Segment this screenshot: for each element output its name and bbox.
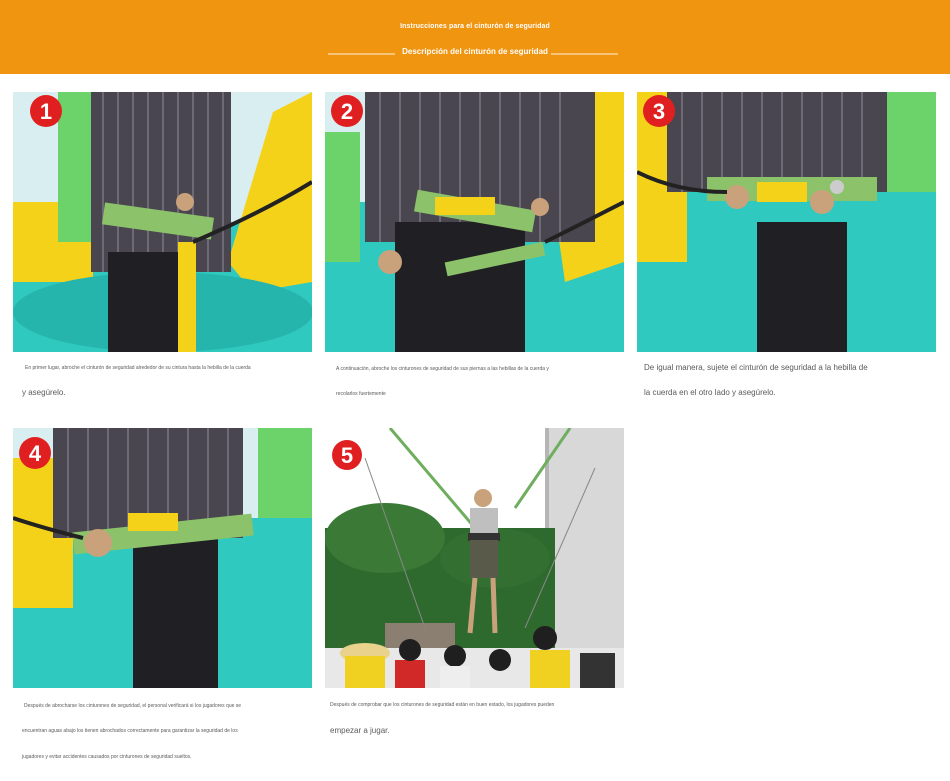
step-5-caption-line-1: Después de comprobar que los cinturones … <box>330 702 555 708</box>
header-divider-right <box>551 53 618 55</box>
step-1-photo: 1 <box>13 92 312 352</box>
step-2-caption-line-2: recolarlos fuertemente <box>336 391 386 397</box>
header-subtitle: Instrucciones para el cinturón de seguri… <box>400 23 550 30</box>
header-title: Descripción del cinturón de seguridad <box>402 47 548 56</box>
header-banner: Instrucciones para el cinturón de seguri… <box>0 0 950 74</box>
step-5-caption-line-2: empezar a jugar. <box>330 726 390 735</box>
step-3-caption-line-1: De igual manera, sujete el cinturón de s… <box>644 363 868 372</box>
step-4-caption-line-3: jugadores y evitar accidentes causados p… <box>22 754 192 760</box>
step-2-badge-number: 2 <box>341 99 353 124</box>
step-4-caption-line-2: encuentran aguas abajo los tienen abroch… <box>22 728 238 734</box>
step-5-badge-number: 5 <box>341 443 353 468</box>
step-3-badge-number: 3 <box>653 99 665 124</box>
step-2-photo: 2 <box>325 92 624 352</box>
step-1-caption-line-1: En primer lugar, abroche el cinturón de … <box>25 365 251 371</box>
step-4-photo: 4 <box>13 428 312 688</box>
step-5-photo: 5 <box>325 428 624 688</box>
step-2-caption-line-1: A continuación, abroche los cinturones d… <box>336 366 549 372</box>
step-3-photo: 3 <box>637 92 936 352</box>
step-1-caption-line-2: y asegúrelo. <box>22 388 66 397</box>
step-3-caption-line-2: la cuerda en el otro lado y asegúrelo. <box>644 388 776 397</box>
step-4-badge-number: 4 <box>29 441 42 466</box>
step-4-caption-line-1: Después de abrocharse los cinturones de … <box>24 703 242 709</box>
step-1-badge-number: 1 <box>40 99 52 124</box>
